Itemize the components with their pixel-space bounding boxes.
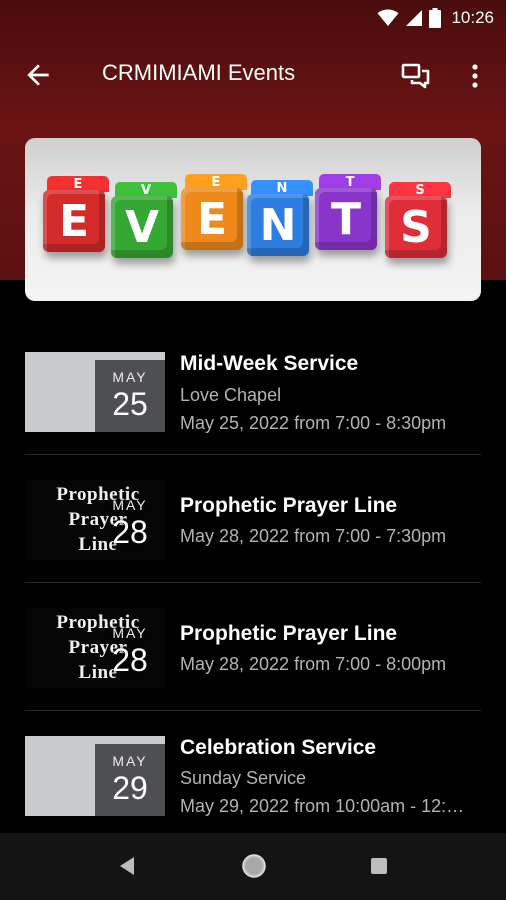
event-item[interactable]: Prophetic Prayer Line MAY 28 Prophetic P… bbox=[25, 608, 481, 688]
banner-cube: N bbox=[247, 194, 309, 256]
date-month: MAY bbox=[112, 753, 148, 769]
date-month: MAY bbox=[112, 625, 148, 641]
event-time: May 28, 2022 from 7:00 - 7:30pm bbox=[180, 526, 447, 546]
nav-back-button[interactable] bbox=[117, 855, 137, 882]
banner-cube: E bbox=[181, 188, 243, 250]
event-item[interactable]: MAY 29 Celebration Service Sunday Servic… bbox=[25, 736, 481, 826]
banner-cube: S bbox=[385, 196, 447, 258]
banner-cube: V bbox=[111, 196, 173, 258]
app-bar: CRMIMIAMI Events bbox=[0, 44, 506, 106]
date-badge: MAY 28 bbox=[95, 616, 165, 688]
event-time: May 25, 2022 from 7:00 - 8:30pm bbox=[180, 413, 447, 433]
more-options-button[interactable] bbox=[463, 60, 487, 92]
page-title: CRMIMIAMI Events bbox=[102, 60, 296, 85]
event-title: Mid-Week Service bbox=[180, 352, 359, 375]
date-badge: MAY 25 bbox=[95, 360, 165, 432]
more-vert-icon bbox=[472, 64, 478, 88]
event-thumbnail: MAY 29 bbox=[25, 736, 165, 816]
date-day: 25 bbox=[112, 386, 148, 422]
divider bbox=[25, 454, 481, 455]
back-button[interactable] bbox=[22, 59, 54, 91]
event-subtitle: Love Chapel bbox=[180, 385, 282, 405]
event-title: Celebration Service bbox=[180, 736, 377, 759]
circle-home-icon bbox=[242, 854, 266, 878]
wifi-icon bbox=[377, 9, 399, 26]
chat-bubbles-icon bbox=[401, 63, 430, 89]
banner-cube: T bbox=[315, 188, 377, 250]
battery-icon bbox=[429, 8, 442, 28]
status-time: 10:26 bbox=[451, 8, 494, 27]
status-bar: 10:26 bbox=[0, 0, 506, 36]
event-time: May 29, 2022 from 10:00am - 12:00pm bbox=[180, 796, 470, 816]
date-badge: MAY 29 bbox=[95, 744, 165, 816]
chat-button[interactable] bbox=[400, 60, 432, 92]
nav-home-button[interactable] bbox=[241, 853, 267, 879]
nav-recents-button[interactable] bbox=[371, 858, 387, 874]
date-month: MAY bbox=[112, 497, 148, 513]
event-item[interactable]: Prophetic Prayer Line MAY 28 Prophetic P… bbox=[25, 480, 481, 560]
date-day: 28 bbox=[112, 514, 148, 550]
event-title: Prophetic Prayer Line bbox=[180, 622, 398, 645]
date-day: 28 bbox=[112, 642, 148, 678]
cell-signal-icon bbox=[406, 10, 423, 26]
event-thumbnail: Prophetic Prayer Line MAY 28 bbox=[25, 480, 165, 560]
triangle-back-icon bbox=[120, 857, 134, 875]
date-badge: MAY 28 bbox=[95, 488, 165, 560]
event-subtitle: Sunday Service bbox=[180, 768, 307, 788]
event-item[interactable]: MAY 25 Mid-Week Service Love Chapel May … bbox=[25, 352, 481, 442]
event-title: Prophetic Prayer Line bbox=[180, 494, 398, 517]
arrow-back-icon bbox=[27, 64, 49, 86]
divider bbox=[25, 710, 481, 711]
date-day: 29 bbox=[112, 770, 148, 806]
event-thumbnail: Prophetic Prayer Line MAY 28 bbox=[25, 608, 165, 688]
system-nav-bar bbox=[0, 833, 506, 900]
banner-cube: E bbox=[43, 190, 105, 252]
event-time: May 28, 2022 from 7:00 - 8:00pm bbox=[180, 654, 447, 674]
divider bbox=[25, 582, 481, 583]
event-thumbnail: MAY 25 bbox=[25, 352, 165, 432]
date-month: MAY bbox=[112, 369, 148, 385]
events-banner-image: EEVVEENNTTSS bbox=[25, 138, 481, 301]
